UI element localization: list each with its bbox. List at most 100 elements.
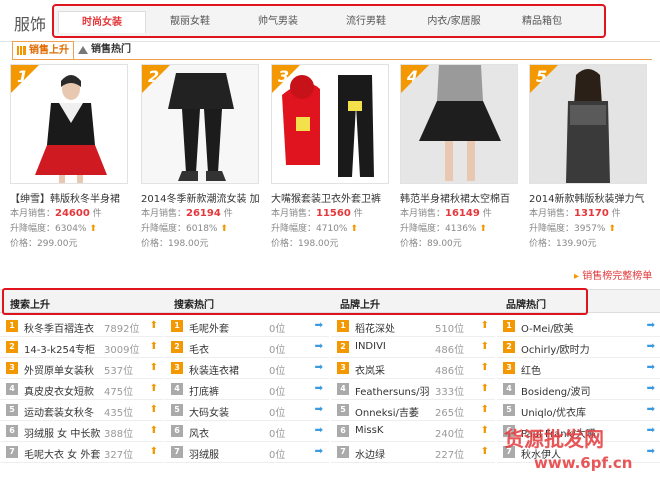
subtab-sales-hot[interactable]: 销售热门	[74, 41, 135, 59]
item-name[interactable]: 秋装连衣裙	[189, 362, 267, 377]
list-item[interactable]: 4 真皮皮衣女短款 475位 ⬆	[0, 379, 164, 400]
product-image[interactable]: 3	[271, 64, 389, 184]
item-name[interactable]: Onneksi/吉萎	[355, 404, 433, 419]
item-name[interactable]: 外贸原单女装秋	[24, 362, 102, 377]
product-card[interactable]: 3 大嘴猴套装卫衣外套卫裤 本月销售：11560 件 升降幅度：4710% ⬆ …	[271, 64, 389, 251]
item-name[interactable]: Feathersuns/羽	[355, 383, 433, 398]
list-item[interactable]: 1 毛呢外套 0位 ➡	[165, 316, 329, 337]
right-arrow-icon: ➡	[314, 404, 323, 415]
list-item[interactable]: 1 O-Mei/欧美 ➡	[497, 316, 660, 337]
item-count: 486位	[435, 366, 465, 377]
item-name[interactable]: 毛衣	[189, 341, 267, 356]
item-name[interactable]: 秋冬季百褶连衣	[24, 320, 102, 335]
list-item[interactable]: 4 打底裤 0位 ➡	[165, 379, 329, 400]
item-name[interactable]: 14-3-k254专柜	[24, 341, 102, 356]
tab-women-shoes[interactable]: 靓丽女鞋	[146, 11, 234, 33]
product-image[interactable]: 4	[400, 64, 518, 184]
list-item[interactable]: 6 羽绒服 女 中长款 388位 ⬆	[0, 421, 164, 442]
product-card[interactable]: 1 【绅雪】韩版秋冬半身裙 本月销售：24600 件 升降幅度：6304% ⬆ …	[10, 64, 128, 251]
list-item[interactable]: 5 运动套装女秋冬 435位 ⬆	[0, 400, 164, 421]
up-arrow-icon: ⬆	[608, 224, 616, 234]
price-value: 139.90元	[556, 239, 597, 249]
list-item[interactable]: 6 风衣 0位 ➡	[165, 421, 329, 442]
product-title[interactable]: 韩范半身裙秋裙太空棉百	[400, 190, 518, 206]
product-card[interactable]: 5 2014新款韩版秋装弹力气 本月销售：13170 件 升降幅度：3957% …	[529, 64, 647, 251]
product-image[interactable]: 5	[529, 64, 647, 184]
item-name[interactable]: 羽绒服	[189, 446, 267, 461]
tab-men-clothing[interactable]: 帅气男装	[234, 11, 322, 33]
product-price: 价格：198.00元	[141, 236, 259, 251]
item-name[interactable]: Bosideng/波司	[521, 383, 599, 398]
item-name[interactable]: 大码女装	[189, 404, 267, 419]
item-name[interactable]: 真皮皮衣女短款	[24, 383, 102, 398]
item-name[interactable]: 运动套装女秋冬	[24, 404, 102, 419]
item-name[interactable]: MissK	[355, 425, 433, 436]
item-name[interactable]: 毛呢大衣 女 外套	[24, 446, 102, 461]
list-item[interactable]: 3 外贸原单女装秋 537位 ⬆	[0, 358, 164, 379]
list-item[interactable]: 2 INDIVI 486位 ⬆	[331, 337, 495, 358]
list-item[interactable]: 7 毛呢大衣 女 外套 327位 ⬆	[0, 442, 164, 463]
product-title[interactable]: 大嘴猴套装卫衣外套卫裤	[271, 190, 389, 206]
product-title[interactable]: 【绅雪】韩版秋冬半身裙	[10, 190, 128, 206]
list-item[interactable]: 1 秋冬季百褶连衣 7892位 ⬆	[0, 316, 164, 337]
list-item[interactable]: 3 红色 ➡	[497, 358, 660, 379]
item-count: 7892位	[104, 324, 140, 335]
up-arrow-icon: ⬆	[479, 224, 487, 234]
product-image[interactable]: 1	[10, 64, 128, 184]
up-arrow-icon: ⬆	[480, 362, 489, 373]
rank-number: 3	[337, 362, 349, 374]
list-item[interactable]: 6 MissK 240位 ⬆	[331, 421, 495, 442]
item-name[interactable]: 衣岚采	[355, 362, 433, 377]
list-item[interactable]: 5 Uniqlo/优衣库 ➡	[497, 400, 660, 421]
up-arrow-icon: ⬆	[149, 425, 158, 436]
list-item[interactable]: 4 Feathersuns/羽 333位 ⬆	[331, 379, 495, 400]
item-name[interactable]: 风衣	[189, 425, 267, 440]
tab-men-shoes[interactable]: 流行男鞋	[322, 11, 410, 33]
tab-bags[interactable]: 精品箱包	[498, 11, 586, 33]
sales-value: 16149	[445, 208, 480, 219]
product-image[interactable]: 2	[141, 64, 259, 184]
list-item[interactable]: 5 大码女装 0位 ➡	[165, 400, 329, 421]
list-item[interactable]: 5 Onneksi/吉萎 265位 ⬆	[331, 400, 495, 421]
tab-fashion-women[interactable]: 时尚女装	[58, 11, 146, 33]
list-item[interactable]: 3 衣岚采 486位 ⬆	[331, 358, 495, 379]
list-item[interactable]: 4 Bosideng/波司 ➡	[497, 379, 660, 400]
list-item[interactable]: 2 14-3-k254专柜 3009位 ⬆	[0, 337, 164, 358]
product-card[interactable]: 2 2014冬季新款潮流女装 加 本月销售：26194 件 升降幅度：6018%…	[141, 64, 259, 251]
rank-number: 3	[171, 362, 183, 374]
product-title[interactable]: 2014冬季新款潮流女装 加	[141, 190, 259, 206]
full-ranking-link[interactable]: ▸ 销售榜完整榜单	[574, 267, 652, 282]
up-arrow-icon: ⬆	[149, 446, 158, 457]
subtab-sales-rising[interactable]: 销售上升	[12, 41, 74, 59]
product-change: 升降幅度：3957% ⬆	[529, 221, 647, 236]
list-item[interactable]: 3 秋装连衣裙 0位 ➡	[165, 358, 329, 379]
item-name[interactable]: O-Mei/欧美	[521, 320, 599, 335]
unit-label: 件	[353, 209, 363, 219]
item-count: 486位	[435, 345, 465, 356]
list-item[interactable]: 2 毛衣 0位 ➡	[165, 337, 329, 358]
item-name[interactable]: 水边绿	[355, 446, 433, 461]
rank-number: 4	[171, 383, 183, 395]
item-name[interactable]: 稻花深处	[355, 320, 433, 335]
up-arrow-icon: ⬆	[480, 320, 489, 331]
item-name[interactable]: 红色	[521, 362, 599, 377]
product-title[interactable]: 2014新款韩版秋装弹力气	[529, 190, 647, 206]
list-item[interactable]: 7 水边绿 227位 ⬆	[331, 442, 495, 463]
list-item[interactable]: 2 Ochirly/欧时力 ➡	[497, 337, 660, 358]
list-item[interactable]: 1 稻花深处 510位 ⬆	[331, 316, 495, 337]
item-name[interactable]: 毛呢外套	[189, 320, 267, 335]
tab-underwear[interactable]: 内衣/家居服	[410, 11, 498, 33]
item-name[interactable]: INDIVI	[355, 341, 433, 352]
rank-number: 2	[171, 341, 183, 353]
up-arrow-icon: ⬆	[480, 446, 489, 457]
product-sales: 本月销售：11560 件	[271, 206, 389, 221]
right-arrow-icon: ➡	[314, 341, 323, 352]
product-card[interactable]: 4 韩范半身裙秋裙太空棉百 本月销售：16149 件 升降幅度：4136% ⬆ …	[400, 64, 518, 251]
item-name[interactable]: 打底裤	[189, 383, 267, 398]
item-name[interactable]: Ochirly/欧时力	[521, 341, 599, 356]
up-arrow-icon: ⬆	[149, 341, 158, 352]
rank-number: 5	[6, 404, 18, 416]
list-item[interactable]: 7 羽绒服 0位 ➡	[165, 442, 329, 463]
item-name[interactable]: 羽绒服 女 中长款	[24, 425, 102, 440]
item-name[interactable]: Uniqlo/优衣库	[521, 404, 599, 419]
